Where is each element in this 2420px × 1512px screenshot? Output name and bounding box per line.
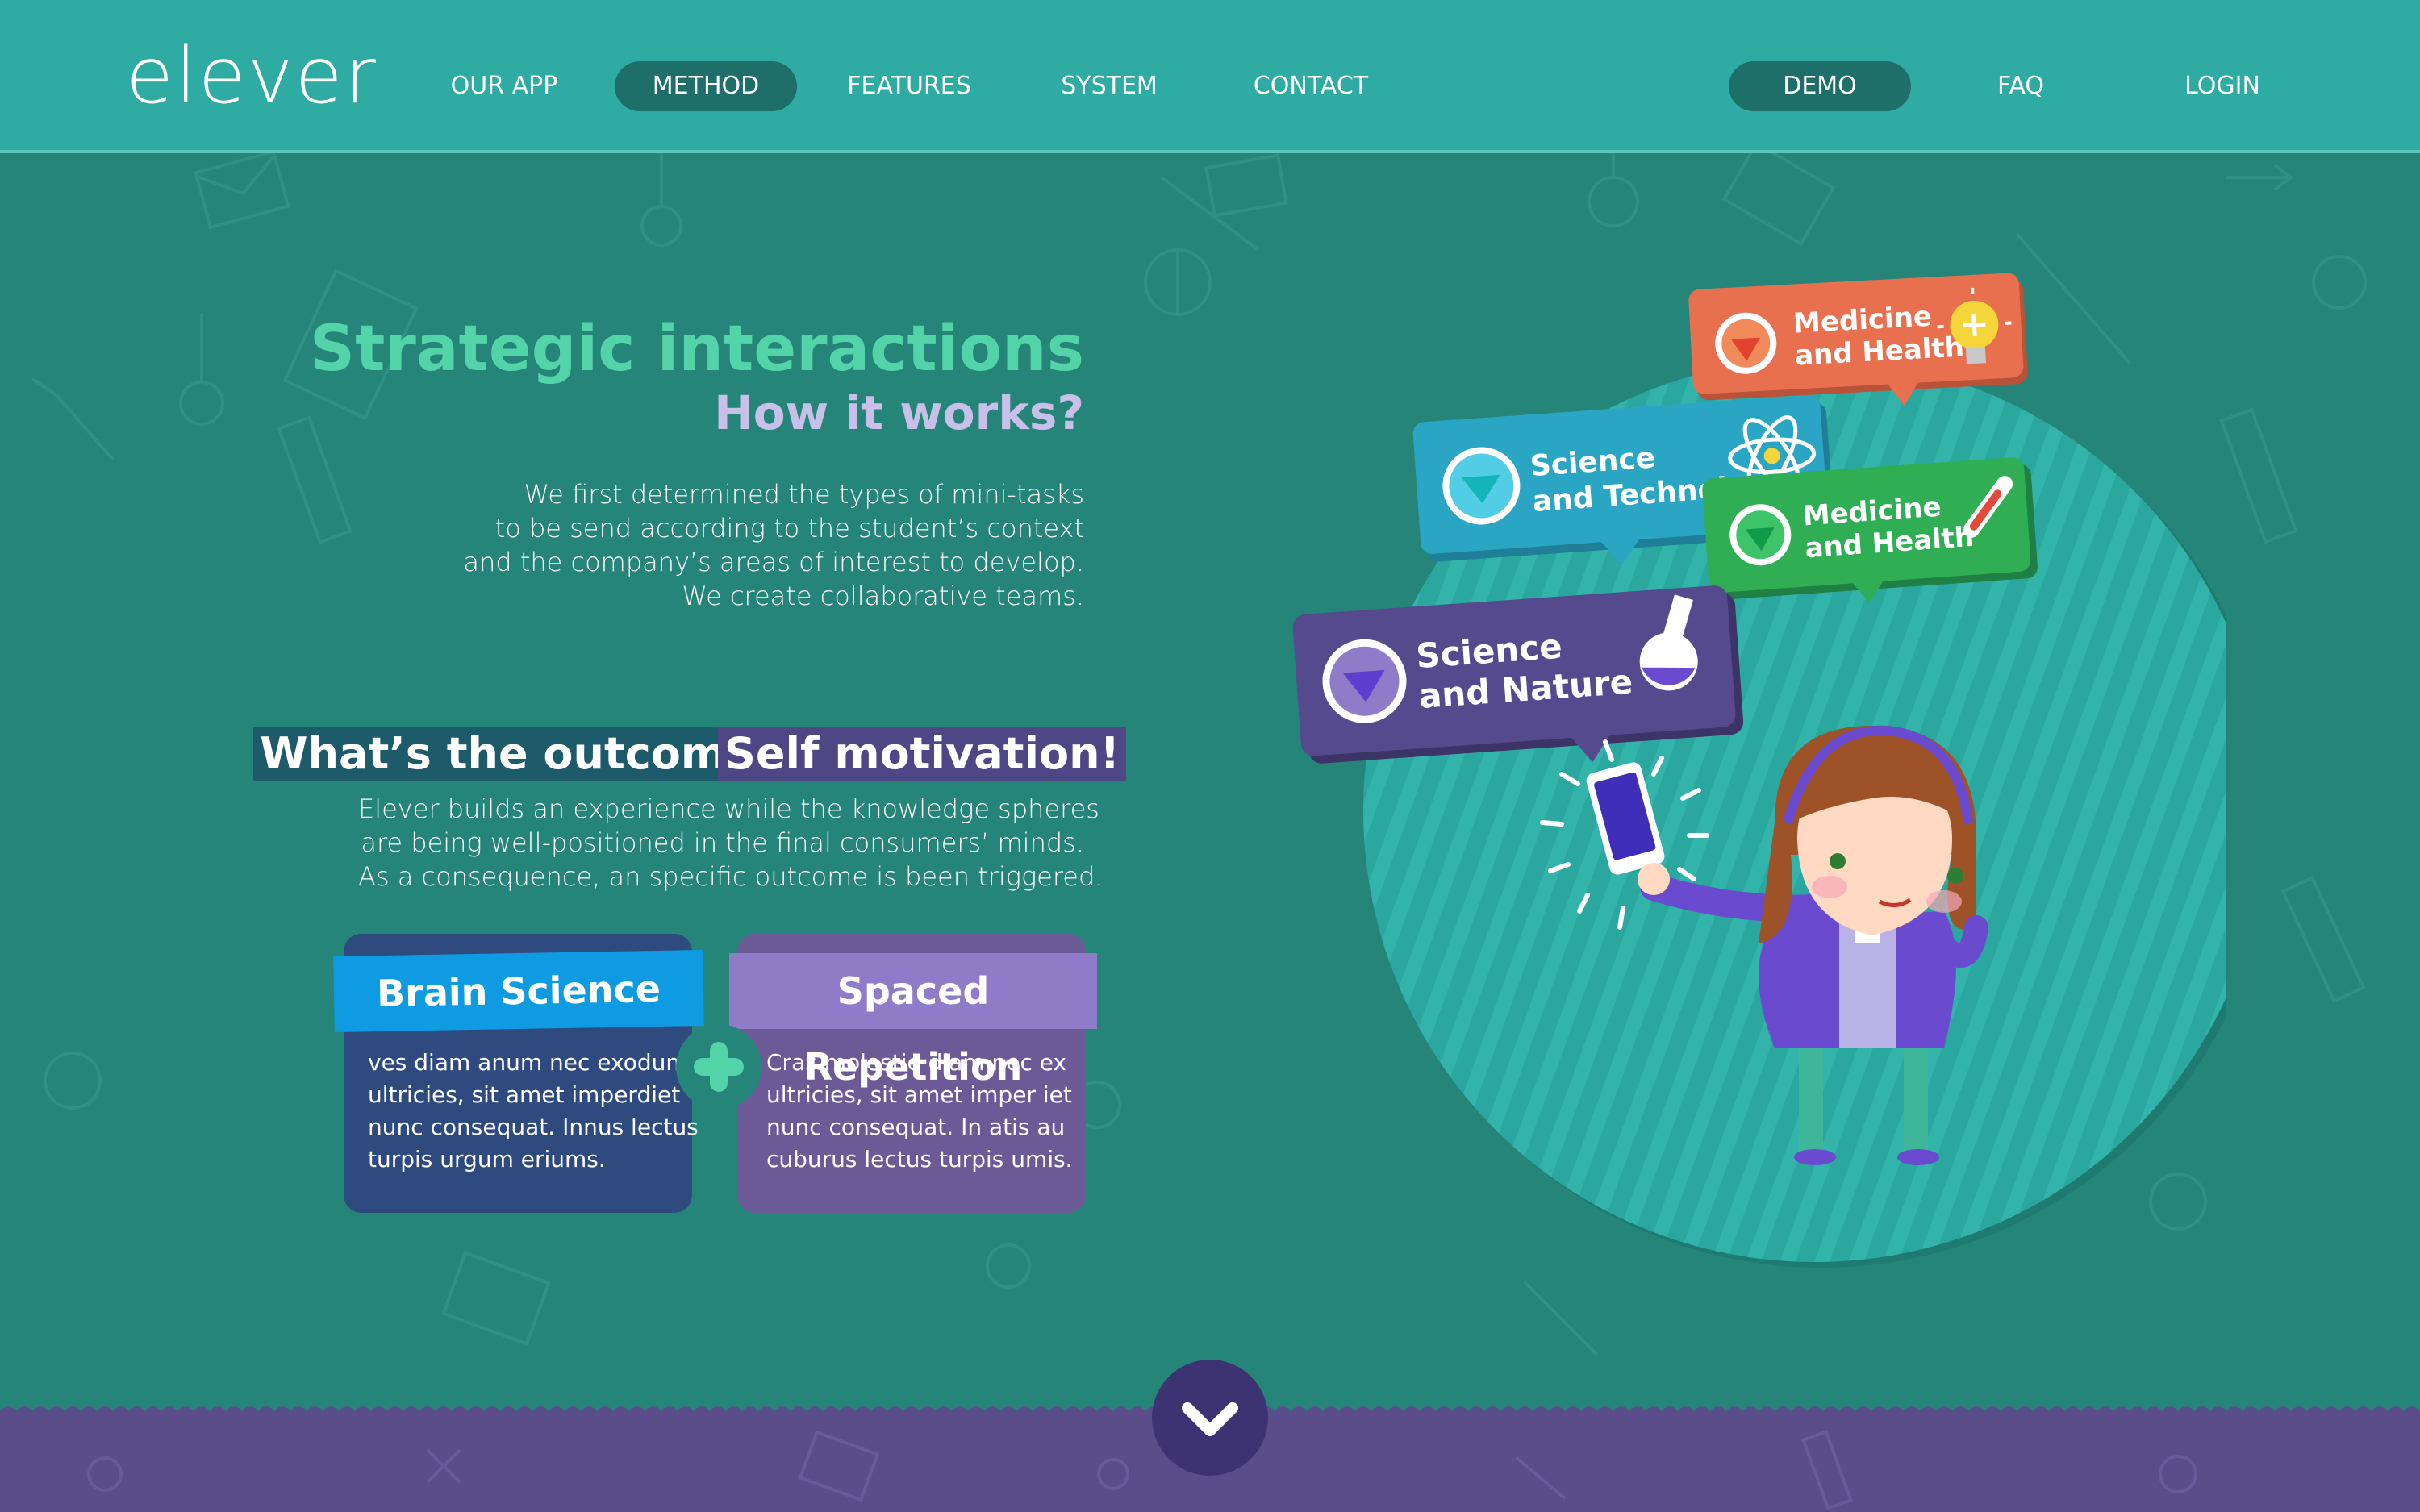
brain-science-title: Brain Science bbox=[333, 950, 704, 1032]
outcome-line: Elever builds an experience while the kn… bbox=[358, 793, 1099, 824]
nav-system[interactable]: SYSTEM bbox=[1041, 61, 1178, 111]
intro-line: and the company’s areas of interest to d… bbox=[463, 547, 1084, 577]
chevron-down-icon bbox=[1182, 1402, 1238, 1436]
card-line: turpis urgum eriums. bbox=[368, 1146, 606, 1173]
intro-line: to be send according to the student’s co… bbox=[494, 513, 1084, 544]
brain-science-text: ves diam anum nec exodum ultricies, sit … bbox=[368, 1047, 699, 1176]
outcome-question-tag: What’s the outcome? bbox=[253, 727, 788, 781]
nav-login[interactable]: LOGIN bbox=[2162, 61, 2283, 111]
nav-features[interactable]: FEATURES bbox=[831, 61, 987, 111]
nav-method[interactable]: METHOD bbox=[615, 61, 797, 111]
section-title: Strategic interactions bbox=[309, 313, 1084, 385]
card-line: cuburus lectus turpis umis. bbox=[766, 1146, 1073, 1173]
card-line: Cras molestie diam nec ex bbox=[766, 1049, 1067, 1076]
spaced-repetition-title: Spaced Repetition bbox=[729, 953, 1097, 1089]
nav-contact[interactable]: CONTACT bbox=[1234, 61, 1387, 111]
intro-line: We create collaborative teams. bbox=[682, 581, 1084, 611]
elever-logo[interactable]: elever bbox=[126, 27, 378, 124]
nav-faq[interactable]: FAQ bbox=[1968, 61, 2073, 111]
card-line: nunc consequat. In atis au bbox=[766, 1114, 1066, 1140]
card-line: ultricies, sit amet imperdiet bbox=[368, 1081, 681, 1108]
card-line: ves diam anum nec exodum bbox=[368, 1049, 688, 1076]
outcome-answer-tag: Self motivation! bbox=[718, 727, 1127, 781]
intro-line: We first determined the types of mini-ta… bbox=[524, 479, 1084, 510]
scroll-down-button[interactable] bbox=[1152, 1360, 1268, 1476]
nav-demo[interactable]: DEMO bbox=[1729, 61, 1911, 111]
spaced-repetition-text: Cras molestie diam nec ex ultricies, sit… bbox=[766, 1047, 1073, 1176]
outcome-line: are being well-positioned in the final c… bbox=[361, 827, 1084, 858]
section-subtitle: How it works? bbox=[714, 385, 1084, 440]
plus-icon bbox=[676, 1024, 761, 1110]
outcome-paragraph: Elever builds an experience while the kn… bbox=[358, 792, 1104, 893]
card-line: nunc consequat. Innus lectus bbox=[368, 1114, 699, 1140]
card-line: ultricies, sit amet imper iet bbox=[766, 1081, 1072, 1108]
intro-paragraph: We first determined the types of mini-ta… bbox=[358, 477, 1084, 613]
outcome-line: As a consequence, an specific outcome is… bbox=[358, 861, 1104, 892]
top-navigation-bar: elever OUR APP METHOD FEATURES SYSTEM CO… bbox=[0, 0, 2420, 153]
nav-our-app[interactable]: OUR APP bbox=[436, 61, 573, 111]
hero-illustration: Medicine and Health Science and Technolo… bbox=[1292, 273, 2226, 1268]
